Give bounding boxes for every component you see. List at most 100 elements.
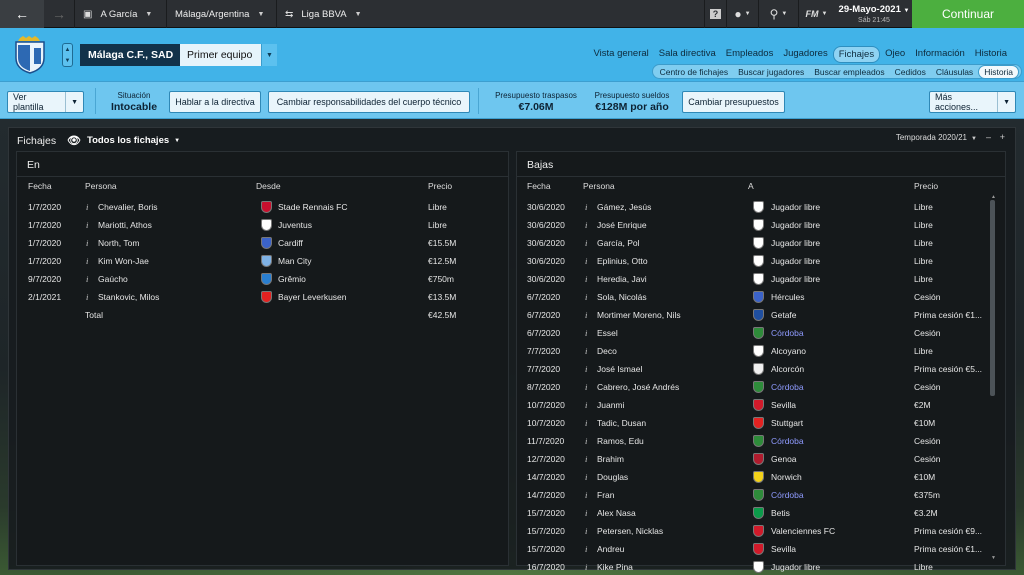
table-row[interactable]: 11/7/2020 i Ramos, Edu Córdoba Cesión (517, 433, 987, 451)
info-icon[interactable]: i (585, 454, 587, 464)
breadcrumb-league[interactable]: ⇆ Liga BBVA ▼ (276, 0, 378, 28)
change-budgets-button[interactable]: Cambiar presupuestos (682, 91, 785, 113)
player-name[interactable]: Mariotti, Athos (98, 220, 152, 230)
table-row[interactable]: 8/7/2020 i Cabrero, José Andrés Córdoba Cesi… (517, 379, 987, 397)
player-name[interactable]: Douglas (597, 472, 628, 482)
scrollbar[interactable] (990, 200, 995, 396)
info-icon[interactable]: i (585, 544, 587, 554)
column-header-date[interactable]: Fecha (527, 181, 551, 195)
club-name[interactable]: Valenciennes FC (771, 526, 835, 536)
back-button[interactable]: ← (0, 0, 44, 28)
tab-sala-directiva[interactable]: Sala directiva (654, 46, 721, 63)
table-row[interactable]: 30/6/2020 i García, Pol Jugador libre Libre (517, 235, 987, 253)
scroll-down-icon[interactable]: ▼ (991, 555, 996, 561)
player-name[interactable]: Mortimer Moreno, Nils (597, 310, 681, 320)
player-name[interactable]: Gaúcho (98, 274, 128, 284)
view-squad-button[interactable]: Ver plantilla ▼ (7, 91, 84, 113)
forward-button[interactable]: → (44, 0, 74, 28)
table-row[interactable]: 1/7/2020 i Mariotti, Athos Juventus Libre (17, 217, 510, 235)
breadcrumb-manager[interactable]: ▣ A García ▼ (74, 0, 166, 28)
table-row[interactable]: 30/6/2020 i Heredia, Javi Jugador libre Libr… (517, 271, 987, 289)
info-icon[interactable]: i (86, 238, 88, 248)
table-row[interactable]: 15/7/2020 i Alex Nasa Betis €3.2M (517, 505, 987, 523)
club-name[interactable]: Stade Rennais FC (278, 202, 347, 212)
subtab-cedidos[interactable]: Cedidos (890, 66, 931, 78)
info-icon[interactable]: i (86, 274, 88, 284)
breadcrumb-club[interactable]: Málaga/Argentina ▼ (166, 0, 276, 28)
club-name[interactable]: Hércules (771, 292, 805, 302)
column-header-from[interactable]: Desde (256, 181, 281, 195)
club-name[interactable]: Córdoba (771, 436, 804, 446)
club-name[interactable]: Genoa (771, 454, 797, 464)
table-row[interactable]: 6/7/2020 i Essel Córdoba Cesión (517, 325, 987, 343)
info-icon[interactable]: i (585, 400, 587, 410)
column-header-to[interactable]: A (748, 181, 754, 195)
info-icon[interactable]: i (585, 238, 587, 248)
subtab-historia[interactable]: Historia (978, 64, 1019, 79)
info-icon[interactable]: i (585, 364, 587, 374)
club-name[interactable]: Cardiff (278, 238, 303, 248)
search-button[interactable]: ⚲ ▼ (758, 0, 798, 28)
player-name[interactable]: Heredia, Javi (597, 274, 647, 284)
info-icon[interactable]: i (86, 256, 88, 266)
info-icon[interactable]: i (585, 274, 587, 284)
season-dropdown[interactable]: ▼ (971, 132, 977, 142)
filter-dropdown[interactable]: 👁 Todos los fichajes ▼ (67, 134, 180, 147)
info-icon[interactable]: i (585, 202, 587, 212)
info-icon[interactable]: i (86, 220, 88, 230)
talk-to-board-button[interactable]: Hablar a la directiva (169, 91, 261, 113)
info-icon[interactable]: i (585, 418, 587, 428)
expand-button[interactable]: + (1000, 132, 1005, 142)
club-switch-stepper[interactable]: ▲ ▼ (62, 43, 73, 67)
table-row[interactable]: 16/7/2020 i Kike Pina Jugador libre Libre (517, 559, 987, 575)
info-icon[interactable]: i (585, 472, 587, 482)
player-name[interactable]: José Ismael (597, 364, 642, 374)
club-name[interactable]: Jugador libre (771, 256, 820, 266)
player-name[interactable]: Cabrero, José Andrés (597, 382, 679, 392)
table-row[interactable]: 7/7/2020 i José Ismael Alcorcón Prima cesión… (517, 361, 987, 379)
info-icon[interactable]: i (585, 436, 587, 446)
table-row[interactable]: 30/6/2020 i Gámez, Jesús Jugador libre Libre (517, 199, 987, 217)
tab-vista-general[interactable]: Vista general (588, 46, 653, 63)
player-name[interactable]: Eplinius, Otto (597, 256, 648, 266)
club-name[interactable]: Man City (278, 256, 312, 266)
table-row[interactable]: 10/7/2020 i Tadic, Dusan Stuttgart €10M (517, 415, 987, 433)
info-icon[interactable]: i (585, 382, 587, 392)
table-row[interactable]: 6/7/2020 i Sola, Nicolás Hércules Cesión (517, 289, 987, 307)
player-name[interactable]: García, Pol (597, 238, 640, 248)
subtab-centro-fichajes[interactable]: Centro de fichajes (655, 66, 734, 78)
club-name[interactable]: Betis (771, 508, 790, 518)
player-name[interactable]: Alex Nasa (597, 508, 636, 518)
club-name[interactable]: Sevilla (771, 400, 796, 410)
table-row[interactable]: 1/7/2020 i North, Tom Cardiff €15.5M (17, 235, 510, 253)
club-name[interactable]: Jugador libre (771, 202, 820, 212)
player-name[interactable]: Tadic, Dusan (597, 418, 646, 428)
table-row[interactable]: 6/7/2020 i Mortimer Moreno, Nils Getafe Prim… (517, 307, 987, 325)
continue-button[interactable]: Continuar (912, 0, 1024, 28)
tab-empleados[interactable]: Empleados (721, 46, 779, 63)
minimize-button[interactable]: – (986, 132, 991, 142)
club-name[interactable]: Jugador libre (771, 220, 820, 230)
club-name[interactable]: Jugador libre (771, 238, 820, 248)
player-name[interactable]: Juanmi (597, 400, 624, 410)
table-row[interactable]: 2/1/2021 i Stankovic, Milos Bayer Leverkuse… (17, 289, 510, 307)
table-row[interactable]: 30/6/2020 i José Enrique Jugador libre Libre (517, 217, 987, 235)
help-button[interactable]: ? (704, 0, 726, 28)
player-name[interactable]: North, Tom (98, 238, 139, 248)
info-icon[interactable]: i (585, 346, 587, 356)
info-icon[interactable]: i (585, 292, 587, 302)
player-name[interactable]: Deco (597, 346, 617, 356)
info-icon[interactable]: i (585, 328, 587, 338)
tab-fichajes[interactable]: Fichajes (832, 46, 881, 63)
club-name[interactable]: Stuttgart (771, 418, 803, 428)
club-name[interactable]: Córdoba (771, 382, 804, 392)
table-row[interactable]: 15/7/2020 i Andreu Sevilla Prima cesión €1..… (517, 541, 987, 559)
player-name[interactable]: Sola, Nicolás (597, 292, 647, 302)
table-row[interactable]: 30/6/2020 i Eplinius, Otto Jugador libre Lib… (517, 253, 987, 271)
club-name[interactable]: Córdoba (771, 328, 804, 338)
table-row[interactable]: 14/7/2020 i Douglas Norwich €10M (517, 469, 987, 487)
club-name[interactable]: Juventus (278, 220, 312, 230)
tab-ojeo[interactable]: Ojeo (880, 46, 910, 63)
player-name[interactable]: Brahim (597, 454, 624, 464)
club-name[interactable]: Grêmio (278, 274, 306, 284)
